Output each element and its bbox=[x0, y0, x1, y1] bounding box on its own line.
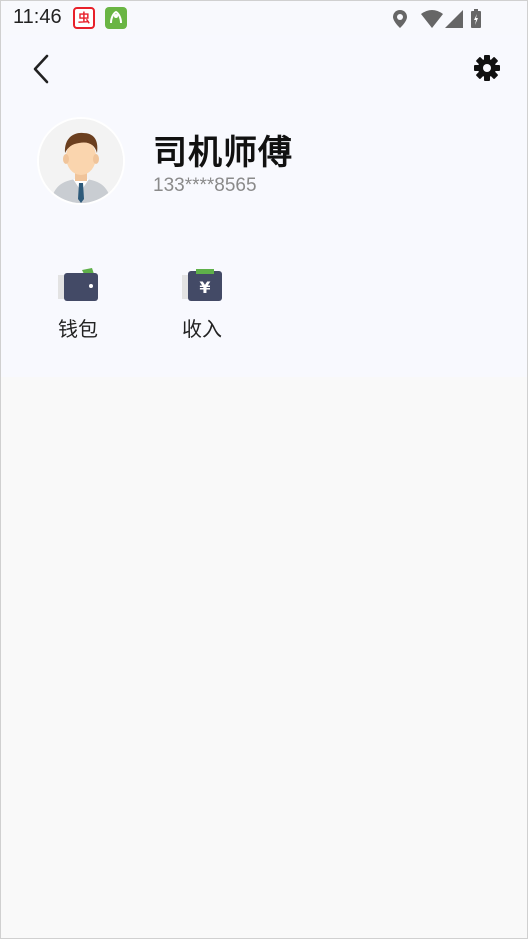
wifi-icon bbox=[421, 10, 443, 28]
wallet-icon bbox=[58, 268, 98, 301]
signal-icon bbox=[445, 10, 463, 28]
status-icons bbox=[391, 9, 491, 29]
location-icon bbox=[393, 10, 407, 28]
status-time: 11:46 bbox=[13, 6, 62, 28]
app-notification-icon-green bbox=[105, 7, 127, 29]
status-bar: 11:46 虫 bbox=[1, 1, 527, 35]
app-notification-icon: 虫 bbox=[73, 7, 95, 29]
chevron-left-icon bbox=[33, 54, 49, 84]
user-phone: 133****8565 bbox=[153, 175, 257, 196]
yuan-symbol: ¥ bbox=[199, 278, 210, 297]
driver-avatar-icon bbox=[39, 119, 123, 203]
income-label: 收入 bbox=[182, 317, 222, 341]
battery-icon bbox=[471, 9, 481, 28]
wallet-menu-item[interactable]: 钱包 bbox=[38, 265, 118, 345]
user-name: 司机师傅 bbox=[153, 133, 293, 173]
settings-button[interactable] bbox=[473, 54, 501, 82]
income-icon: ¥ bbox=[182, 269, 222, 301]
back-button[interactable] bbox=[27, 51, 57, 87]
wallet-label: 钱包 bbox=[58, 317, 98, 341]
avatar[interactable] bbox=[37, 117, 125, 205]
income-menu-item[interactable]: ¥ 收入 bbox=[162, 265, 242, 345]
gear-icon bbox=[474, 55, 500, 81]
screen: 11:46 虫 司机师傅 133****8565 钱包 ¥ 收入 bbox=[0, 0, 528, 939]
